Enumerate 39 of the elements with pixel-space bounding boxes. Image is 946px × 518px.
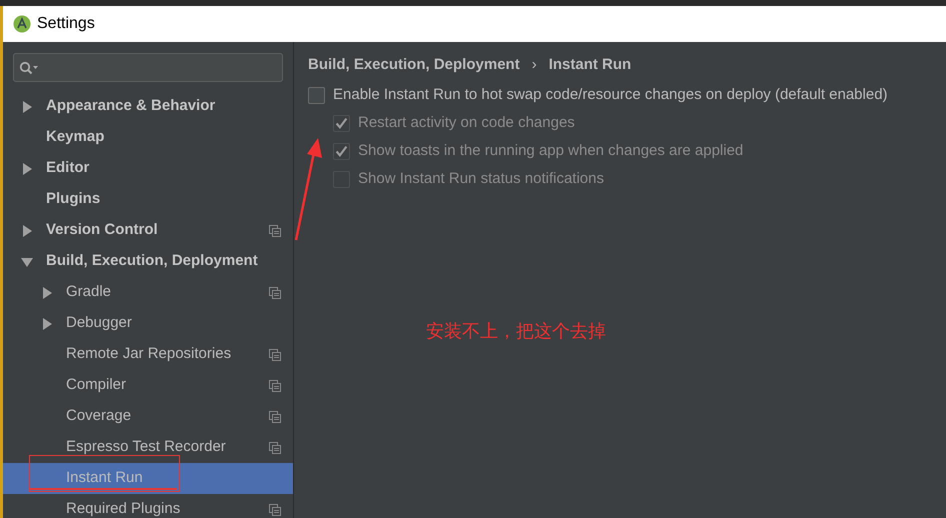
tree-item[interactable]: Required Plugins xyxy=(3,494,293,518)
checkbox-label: Restart activity on code changes xyxy=(358,112,575,133)
expand-arrow-icon[interactable] xyxy=(21,100,33,112)
expand-arrow-icon[interactable] xyxy=(21,162,33,174)
checkbox[interactable] xyxy=(308,86,325,104)
tree-item[interactable]: Remote Jar Repositories xyxy=(3,339,293,370)
project-scope-icon xyxy=(269,348,281,360)
tree-item[interactable]: Debugger xyxy=(3,308,293,339)
tree-item[interactable]: Editor xyxy=(3,153,293,184)
tree-item[interactable]: Build, Execution, Deployment xyxy=(3,246,293,277)
project-scope-icon xyxy=(269,286,281,298)
search-field[interactable] xyxy=(13,53,283,82)
app-logo-icon xyxy=(13,15,31,33)
project-scope-icon xyxy=(269,504,281,516)
tree-item[interactable]: Gradle xyxy=(3,277,293,308)
tree-item[interactable]: Plugins xyxy=(3,184,293,215)
checkbox-label: Show Instant Run status notifications xyxy=(358,168,604,189)
tree-item[interactable]: Keymap xyxy=(3,122,293,153)
annotation-text: 安装不上，把这个去掉 xyxy=(426,320,606,343)
breadcrumb-item: Instant Run xyxy=(548,55,632,75)
expand-arrow-icon[interactable] xyxy=(21,256,33,268)
window-title: Settings xyxy=(37,14,95,34)
tree-item[interactable]: Espresso Test Recorder xyxy=(3,432,293,463)
tree-item[interactable]: Compiler xyxy=(3,370,293,401)
project-scope-icon xyxy=(269,410,281,422)
tree-item[interactable]: Appearance & Behavior xyxy=(3,91,293,122)
checkbox-label: Show toasts in the running app when changes are applied xyxy=(358,140,744,161)
breadcrumb-item: Build, Execution, Deployment xyxy=(308,55,520,75)
tree-item[interactable]: Coverage xyxy=(3,401,293,432)
project-scope-icon xyxy=(269,442,281,454)
project-scope-icon xyxy=(269,380,281,392)
breadcrumb-separator: › xyxy=(532,55,537,75)
search-icon xyxy=(19,60,39,74)
tree-item[interactable]: Version Control xyxy=(3,215,293,246)
expand-arrow-icon[interactable] xyxy=(41,286,53,298)
expand-arrow-icon[interactable] xyxy=(21,224,33,236)
checkbox-label: Enable Instant Run to hot swap code/resource changes on deploy (default enabled) xyxy=(333,84,888,105)
project-scope-icon xyxy=(269,224,281,236)
expand-arrow-icon[interactable] xyxy=(41,318,53,330)
